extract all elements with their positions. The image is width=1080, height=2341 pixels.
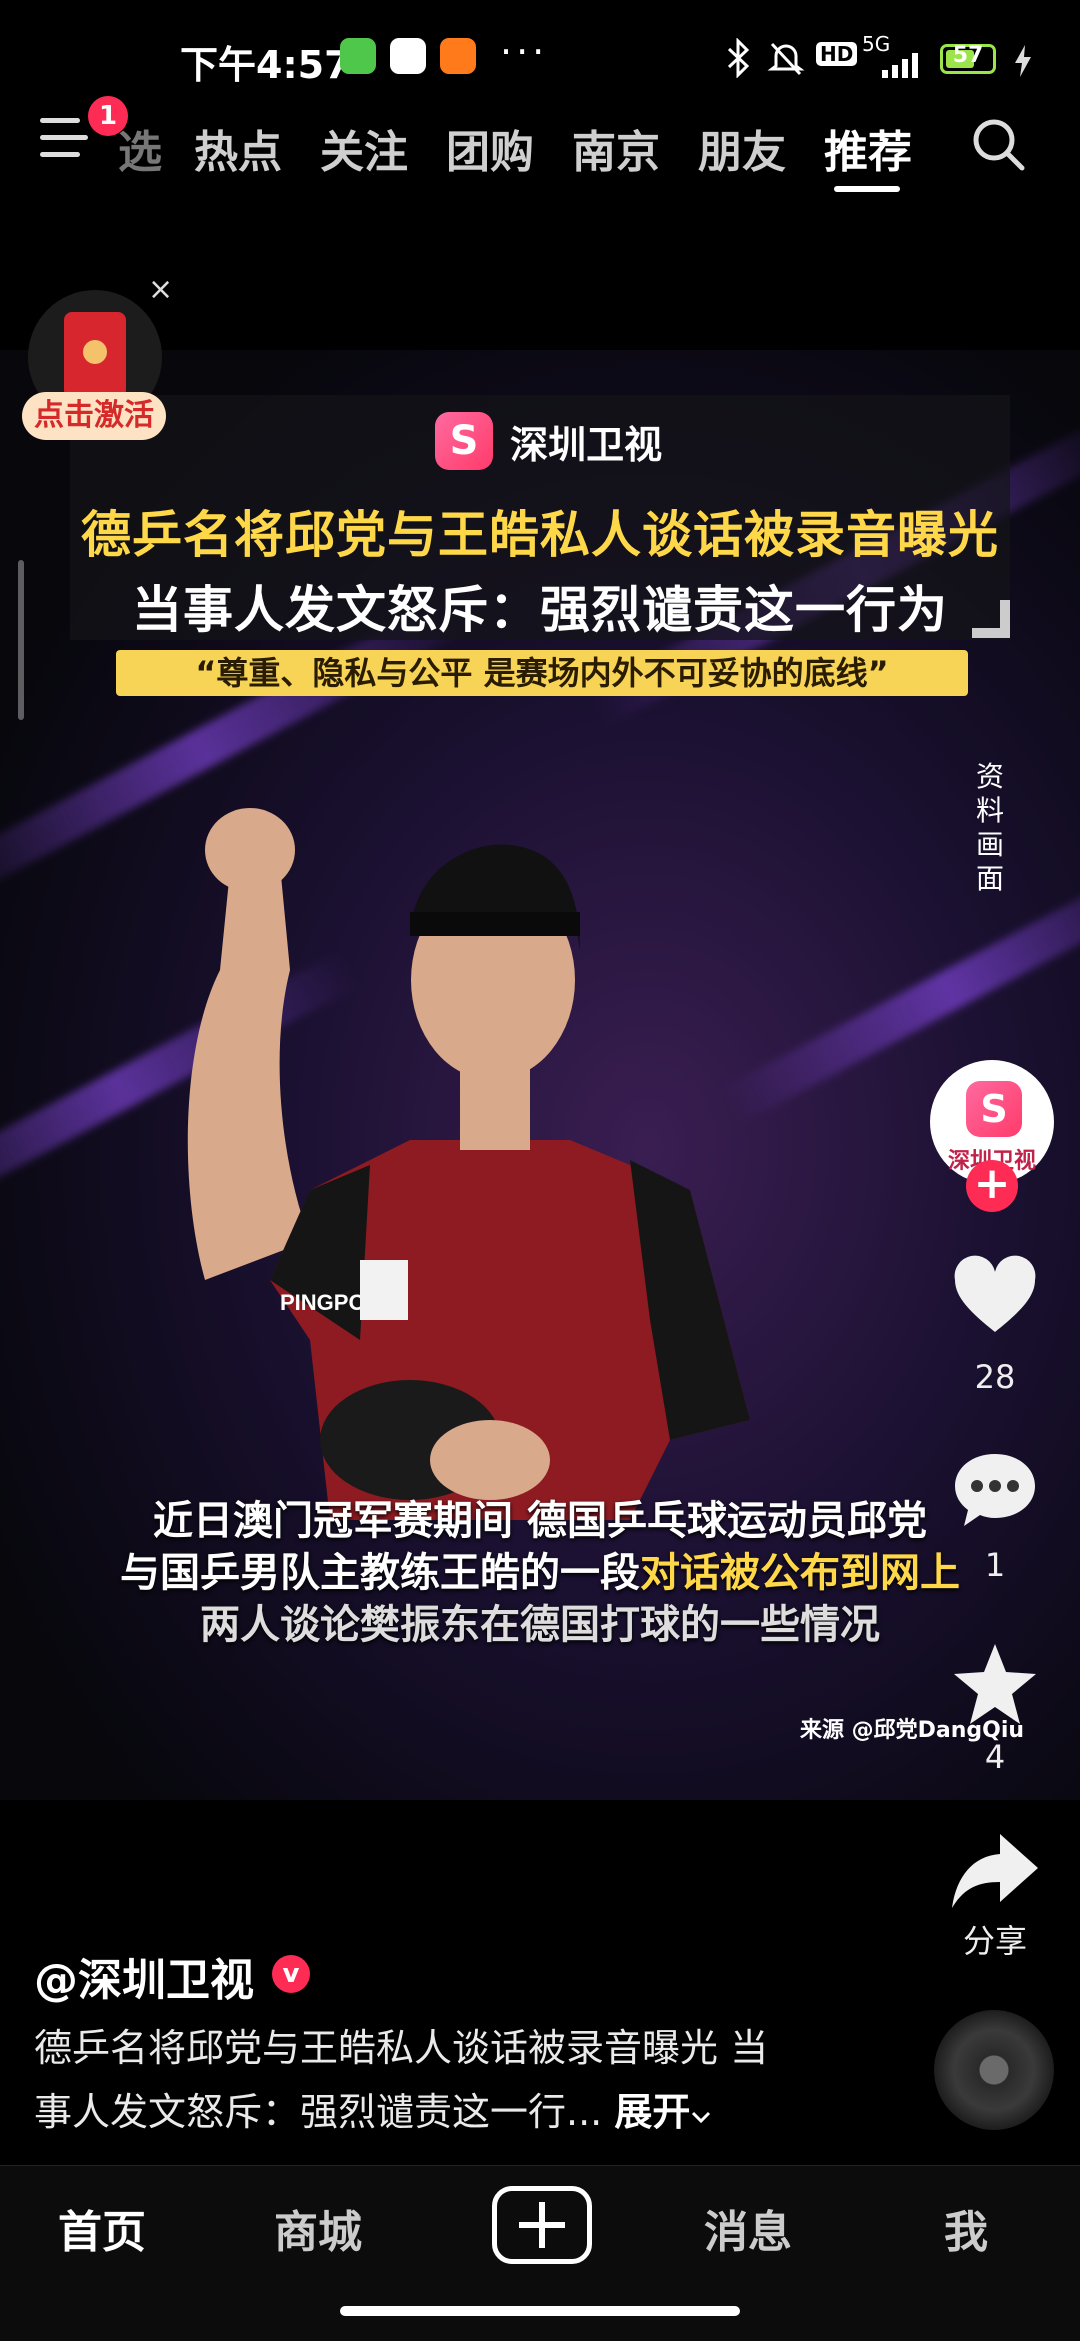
- nav-home[interactable]: 首页: [58, 2196, 146, 2260]
- follow-button[interactable]: +: [966, 1160, 1018, 1212]
- create-plus-button[interactable]: [492, 2186, 592, 2264]
- post-description[interactable]: 德乒名将邱党与王皓私人谈话被录音曝光 当 事人发文怒斥：强烈谴责这一行... 展…: [34, 2016, 854, 2144]
- comment-count: 1: [984, 1546, 1006, 1584]
- share-label: 分享: [962, 1922, 1027, 1960]
- tab-nanjing[interactable]: 南京: [572, 116, 660, 180]
- caption-line-2: 与国乒男队主教练王皓的一段对话被公布到网上: [90, 1540, 990, 1598]
- headline-line-2: 当事人发文怒斥：强烈谴责这一行为: [132, 581, 948, 639]
- music-disc-icon[interactable]: [934, 2010, 1054, 2130]
- tab-recommended[interactable]: 推荐: [824, 116, 912, 180]
- hd-indicator: HD: [816, 42, 858, 66]
- share-icon[interactable]: [950, 1826, 1040, 1916]
- shenzhen-tv-logo-icon: [966, 1081, 1022, 1137]
- signal-icon: [882, 53, 918, 78]
- nav-messages[interactable]: 消息: [704, 2196, 792, 2260]
- favorite-count: 4: [984, 1738, 1006, 1776]
- corner-mark: [972, 600, 1010, 638]
- archive-footage-note: 资料画面: [975, 760, 1004, 895]
- author-name[interactable]: @深圳卫视: [34, 1944, 254, 2008]
- tab-hot[interactable]: 热点: [194, 116, 282, 180]
- battery-indicator: 57: [940, 43, 996, 74]
- more-notifications-icon: ···: [500, 30, 549, 74]
- chevron-down-icon: [692, 2111, 711, 2124]
- caption-line-3: 两人谈论樊振东在德国打球的一些情况: [200, 1602, 880, 1648]
- close-icon[interactable]: ×: [148, 272, 173, 307]
- channel-brand: 深圳卫视: [435, 412, 662, 474]
- like-count: 28: [974, 1358, 1016, 1396]
- charging-icon: [1015, 45, 1031, 77]
- description-line-1: 德乒名将邱党与王皓私人谈话被录音曝光 当: [34, 2026, 769, 2070]
- like-heart-icon[interactable]: [950, 1252, 1040, 1342]
- quote-banner: “尊重、隐私与公平 是赛场内外不可妥协的底线”: [116, 650, 968, 696]
- active-tab-indicator: [834, 186, 900, 192]
- brand-name: 深圳卫视: [510, 422, 663, 467]
- search-icon[interactable]: [970, 116, 1026, 172]
- bluetooth-icon: [727, 38, 750, 78]
- tab-following[interactable]: 关注: [320, 116, 408, 180]
- menu-icon[interactable]: [40, 118, 92, 168]
- verified-badge-icon: v: [272, 1955, 310, 1993]
- 58-app-icon: [440, 38, 476, 74]
- red-envelope-icon: [64, 312, 126, 398]
- caption-line-2-plain: 与国乒男队主教练王皓的一段: [120, 1550, 640, 1596]
- comment-icon[interactable]: [950, 1446, 1040, 1536]
- headline-line-1: 德乒名将邱党与王皓私人谈话被录音曝光: [81, 506, 999, 564]
- status-bar: 下午4:57 ··· HD 5G 57: [0, 0, 1080, 120]
- caption-line-2-highlight: 对话被公布到网上: [640, 1550, 960, 1596]
- description-line-2-text: 事人发文怒斥：强烈谴责这一行...: [34, 2090, 603, 2134]
- mute-bell-icon: [767, 42, 805, 76]
- tab-group-buy[interactable]: 团购: [446, 116, 534, 180]
- green-app-icon: [340, 38, 376, 74]
- expand-label: 展开: [614, 2090, 691, 2134]
- status-time: 下午4:57: [180, 43, 351, 87]
- favorite-star-icon[interactable]: [950, 1640, 1040, 1730]
- tab-clipped[interactable]: 选: [118, 116, 162, 180]
- activate-button[interactable]: 点击激活: [22, 392, 166, 440]
- nav-mall[interactable]: 商城: [274, 2196, 362, 2260]
- shenzhen-tv-logo-icon: [435, 412, 493, 470]
- side-scroll-hint: [18, 560, 24, 720]
- nav-me[interactable]: 我: [944, 2196, 988, 2260]
- caption-line-1: 近日澳门冠军赛期间 德国乒乓球运动员邱党: [153, 1498, 927, 1544]
- baidu-netdisk-icon: [390, 38, 426, 74]
- description-line-2: 事人发文怒斥：强烈谴责这一行... 展开: [34, 2080, 854, 2144]
- tab-friends[interactable]: 朋友: [698, 116, 786, 180]
- battery-level: 57: [952, 43, 984, 68]
- player-figure: PINGPOD: [187, 808, 750, 1520]
- home-indicator[interactable]: [340, 2306, 740, 2316]
- expand-button[interactable]: 展开: [614, 2090, 712, 2134]
